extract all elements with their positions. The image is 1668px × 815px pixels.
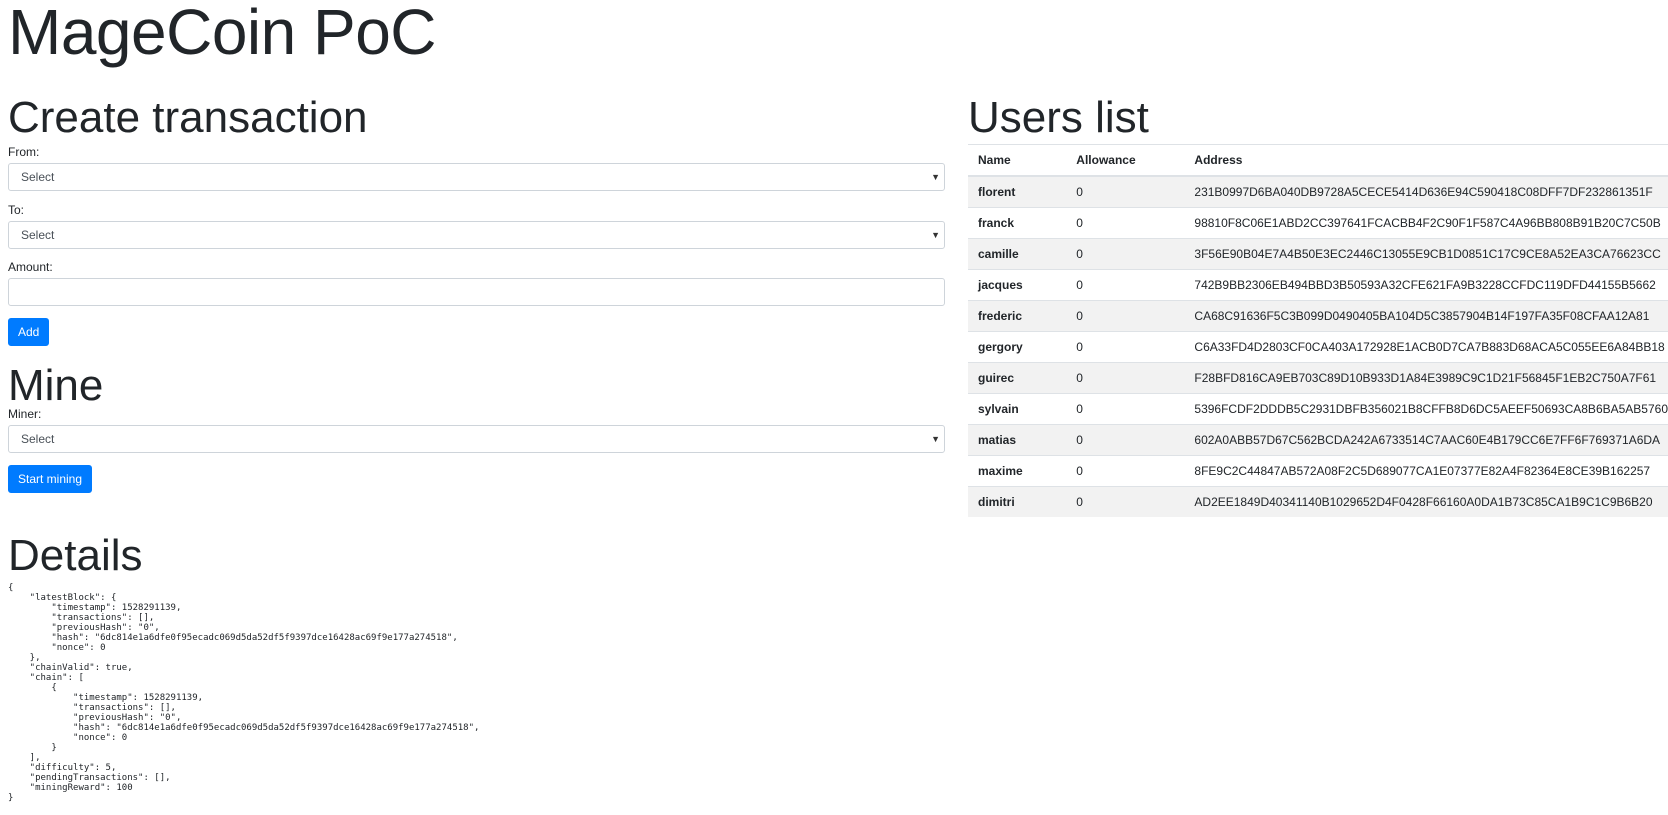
chevron-down-icon: ▼ [931,434,940,444]
table-row: guirec 0 F28BFD816CA9EB703C89D10B933D1A84E… [968,362,1668,394]
page-title: MageCoin PoC [8,0,437,68]
from-select[interactable]: Select ▼ [8,163,945,191]
user-allowance-cell: 0 [1066,393,1185,425]
users-table-body: florent 0 231B0997D6BA040DB9728A5CECE5414D… [968,175,1668,517]
user-allowance-cell: 0 [1066,362,1185,394]
user-address-cell: 602A0ABB57D67C562BCDA242A6733514C7AAC60E… [1184,424,1668,456]
user-allowance-cell: 0 [1066,175,1185,208]
table-row: franck 0 98810F8C06E1ABD2CC397641FCACBB4F2… [968,207,1668,239]
chevron-down-icon: ▼ [931,172,940,182]
table-row: dimitri 0 AD2EE1849D40341140B1029652D4F042… [968,486,1668,517]
user-address-cell: 3F56E90B04E7A4B50E3EC2446C13055E9CB1D085… [1184,238,1668,270]
table-row: gergory 0 C6A33FD4D2803CF0CA403A172928E1AC… [968,331,1668,363]
column-header-allowance: Allowance [1066,144,1185,177]
user-allowance-cell: 0 [1066,455,1185,487]
user-name-cell: maxime [968,455,1067,487]
user-address-cell: 5396FCDF2DDDB5C2931DBFB356021B8CFFB8D6DC… [1184,393,1668,425]
user-name-cell: florent [968,175,1067,208]
table-row: camille 0 3F56E90B04E7A4B50E3EC2446C13055E… [968,238,1668,270]
column-header-address: Address [1184,144,1668,177]
users-table: Name Allowance Address florent 0 231B0997D… [968,144,1668,517]
table-row: florent 0 231B0997D6BA040DB9728A5CECE5414D… [968,175,1668,208]
user-address-cell: 8FE9C2C44847AB572A08F2C5D689077CA1E07377… [1184,455,1668,487]
table-row: matias 0 602A0ABB57D67C562BCDA242A6733514C… [968,424,1668,456]
user-name-cell: sylvain [968,393,1067,425]
table-row: frederic 0 CA68C91636F5C3B099D0490405BA104… [968,300,1668,332]
column-header-name: Name [968,144,1067,177]
details-json: { "latestBlock": { "timestamp": 15282911… [8,583,480,803]
user-name-cell: frederic [968,300,1067,332]
miner-select-value: Select [21,432,55,446]
miner-select[interactable]: Select ▼ [8,425,945,453]
details-title: Details [8,531,143,580]
users-list-title: Users list [968,93,1149,142]
create-transaction-title: Create transaction [8,93,368,142]
table-row: sylvain 0 5396FCDF2DDDB5C2931DBFB356021B8C… [968,393,1668,425]
chevron-down-icon: ▼ [931,230,940,240]
user-allowance-cell: 0 [1066,238,1185,270]
table-row: jacques 0 742B9BB2306EB494BBD3B50593A32CFE… [968,269,1668,301]
user-allowance-cell: 0 [1066,207,1185,239]
user-name-cell: dimitri [968,486,1067,517]
user-name-cell: matias [968,424,1067,456]
user-name-cell: gergory [968,331,1067,363]
from-select-value: Select [21,170,55,184]
user-allowance-cell: 0 [1066,300,1185,332]
user-name-cell: camille [968,238,1067,270]
user-address-cell: 98810F8C06E1ABD2CC397641FCACBB4F2C90F1F5… [1184,207,1668,239]
table-row: maxime 0 8FE9C2C44847AB572A08F2C5D689077CA… [968,455,1668,487]
to-select[interactable]: Select ▼ [8,221,945,249]
to-label: To: [8,203,25,217]
amount-input[interactable] [8,278,945,306]
user-address-cell: C6A33FD4D2803CF0CA403A172928E1ACB0D7CA7B… [1184,331,1668,363]
user-allowance-cell: 0 [1066,331,1185,363]
user-address-cell: 231B0997D6BA040DB9728A5CECE5414D636E94C5… [1184,175,1668,208]
left-column: Create transaction From: Select ▼ To: Se… [8,92,945,493]
to-select-value: Select [21,228,55,242]
table-header-row: Name Allowance Address [968,144,1668,177]
add-button[interactable]: Add [8,318,50,346]
user-name-cell: franck [968,207,1067,239]
user-allowance-cell: 0 [1066,269,1185,301]
user-address-cell: 742B9BB2306EB494BBD3B50593A32CFE621FA9B3… [1184,269,1668,301]
user-name-cell: guirec [968,362,1067,394]
user-allowance-cell: 0 [1066,486,1185,517]
user-address-cell: AD2EE1849D40341140B1029652D4F0428F66160A… [1184,486,1668,517]
user-address-cell: CA68C91636F5C3B099D0490405BA104D5C385790… [1184,300,1668,332]
user-address-cell: F28BFD816CA9EB703C89D10B933D1A84E3989C9C… [1184,362,1668,394]
amount-label: Amount: [8,260,53,274]
miner-label: Miner: [8,407,42,421]
mine-title: Mine [8,361,104,410]
user-name-cell: jacques [968,269,1067,301]
right-column: Users list Name Allowance Address floren… [968,92,1668,517]
from-label: From: [8,145,40,159]
start-mining-button[interactable]: Start mining [8,465,93,493]
user-allowance-cell: 0 [1066,424,1185,456]
